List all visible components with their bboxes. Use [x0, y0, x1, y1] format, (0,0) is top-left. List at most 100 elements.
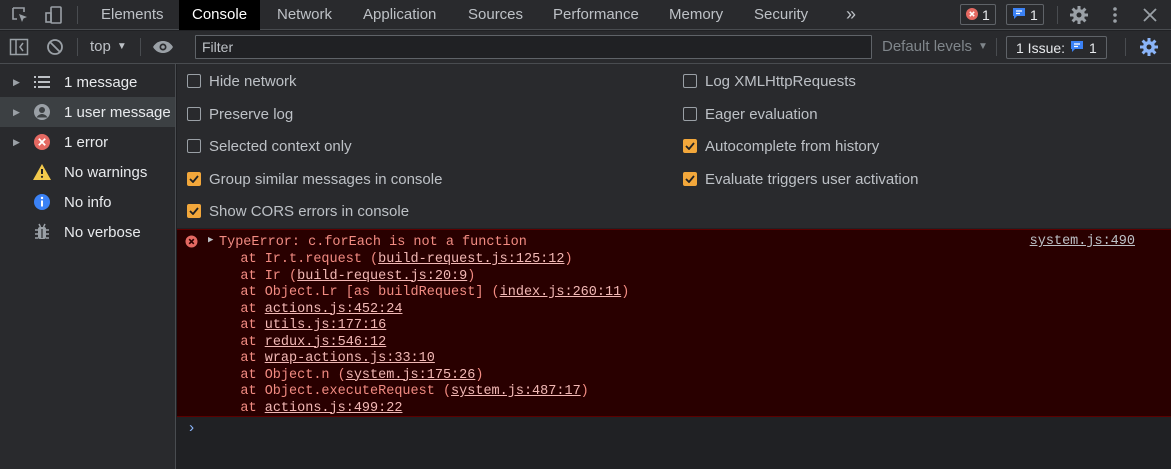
stack-frame-text: at [208, 334, 265, 350]
filter-input[interactable] [195, 35, 872, 59]
expand-arrow-icon[interactable]: ▶ [208, 235, 213, 245]
group-similar-option[interactable]: Group similar messages in console [187, 169, 442, 189]
checkbox[interactable] [187, 74, 201, 88]
stack-frame-link[interactable]: utils.js:177:16 [265, 318, 387, 333]
autocomplete-history-option[interactable]: Autocomplete from history [683, 136, 879, 156]
inspect-element-icon[interactable] [9, 4, 31, 26]
stack-frame-link[interactable]: wrap-actions.js:33:10 [265, 351, 435, 366]
kebab-menu-icon[interactable] [1104, 4, 1126, 26]
warning-icon [33, 163, 51, 181]
divider [996, 38, 997, 56]
stack-frame-text: ) [467, 268, 476, 284]
option-label: Show CORS errors in console [209, 202, 410, 220]
checkbox-checked[interactable] [683, 139, 697, 153]
tab-application[interactable]: Application [363, 0, 436, 30]
checkbox[interactable] [187, 139, 201, 153]
chevron-down-icon: ▼ [978, 41, 988, 52]
stack-frame-link[interactable]: build-request.js:20:9 [297, 269, 467, 284]
show-cors-errors-option[interactable]: Show CORS errors in console [187, 201, 409, 221]
option-label: Group similar messages in console [209, 170, 443, 188]
stack-frame-text: at [208, 301, 265, 317]
stack-frame-link[interactable]: redux.js:546:12 [265, 335, 387, 350]
log-xmlhttprequests-option[interactable]: Log XMLHttpRequests [683, 71, 856, 91]
stack-frame-text: at Object.executeRequest ( [208, 384, 452, 399]
console-sidebar: ▶ 1 message ▶ 1 user message ▶ 1 error N… [0, 64, 176, 469]
context-selector[interactable]: top ▼ [90, 38, 127, 56]
checkbox-checked[interactable] [187, 204, 201, 218]
issues-label: 1 Issue: [1016, 39, 1066, 56]
stack-frame: at Ir.t.request (build-request.js:125:12… [208, 251, 573, 268]
sidebar-item-label: 1 message [64, 73, 138, 91]
stack-frame-link[interactable]: system.js:175:26 [346, 368, 476, 383]
stack-frame-text: ) [621, 285, 630, 300]
more-tabs-button[interactable]: » [846, 0, 856, 30]
eye-icon[interactable] [152, 36, 174, 58]
expand-arrow-icon[interactable]: ▶ [13, 107, 20, 118]
error-icon [33, 133, 51, 151]
gear-icon[interactable] [1068, 4, 1090, 26]
console-settings-gear-icon[interactable] [1138, 36, 1160, 58]
stack-frame-text: at Object.n ( [208, 367, 346, 383]
stack-frame-link[interactable]: build-request.js:125:12 [378, 252, 564, 267]
sidebar-item-verbose[interactable]: No verbose [0, 217, 175, 247]
tab-console[interactable]: Console [179, 0, 261, 30]
stack-frame: at actions.js:452:24 [208, 301, 402, 318]
issues-button[interactable]: 1 Issue: 1 [1006, 36, 1107, 59]
selected-context-only-option[interactable]: Selected context only [187, 136, 352, 156]
devtools-tab-bar: Elements Console Network Application Sou… [0, 0, 1171, 30]
tab-memory[interactable]: Memory [669, 0, 723, 30]
checkbox[interactable] [683, 107, 697, 121]
checkbox-checked[interactable] [683, 172, 697, 186]
option-label: Hide network [209, 72, 297, 90]
stack-frame-text: ) [580, 384, 589, 399]
expand-arrow-icon[interactable]: ▶ [13, 77, 20, 88]
stack-frame: at Ir (build-request.js:20:9) [208, 268, 475, 285]
sidebar-item-errors[interactable]: ▶ 1 error [0, 127, 175, 157]
stack-frame-link[interactable]: actions.js:499:22 [265, 401, 403, 416]
preserve-log-option[interactable]: Preserve log [187, 104, 293, 124]
divider [1125, 38, 1126, 56]
console-prompt-icon[interactable]: › [187, 420, 196, 437]
tab-network[interactable]: Network [277, 0, 332, 30]
error-count: 1 [982, 6, 990, 23]
sidebar-item-label: No warnings [64, 163, 148, 181]
message-badge-icon [1012, 7, 1026, 23]
hide-network-option[interactable]: Hide network [187, 71, 297, 91]
option-label: Evaluate triggers user activation [705, 170, 919, 188]
expand-arrow-icon[interactable]: ▶ [13, 137, 20, 148]
sidebar-item-info[interactable]: No info [0, 187, 175, 217]
tab-performance[interactable]: Performance [553, 0, 639, 30]
evaluate-triggers-option[interactable]: Evaluate triggers user activation [683, 169, 918, 189]
option-label: Autocomplete from history [705, 137, 880, 155]
error-badge-icon [966, 7, 978, 23]
sidebar-item-user-messages[interactable]: ▶ 1 user message [0, 97, 175, 127]
sidebar-item-warnings[interactable]: No warnings [0, 157, 175, 187]
stack-frame-text: ) [475, 367, 484, 383]
console-toolbar: top ▼ Default levels ▼ 1 Issue: 1 [0, 31, 1171, 64]
tab-sources[interactable]: Sources [468, 0, 523, 30]
checkbox[interactable] [187, 107, 201, 121]
error-source-link[interactable]: system.js:490 [1030, 234, 1135, 249]
close-icon[interactable] [1139, 4, 1161, 26]
clear-console-icon[interactable] [44, 36, 66, 58]
tab-elements[interactable]: Elements [101, 0, 164, 30]
message-count-badge[interactable]: 1 [1006, 4, 1044, 25]
console-settings-panel: Hide network Preserve log Selected conte… [177, 64, 1171, 228]
context-value: top [90, 38, 111, 55]
log-levels-dropdown[interactable]: Default levels ▼ [882, 38, 988, 56]
stack-frame-link[interactable]: index.js:260:11 [500, 285, 622, 300]
checkbox[interactable] [683, 74, 697, 88]
device-toolbar-icon[interactable] [43, 4, 65, 26]
sidebar-item-messages[interactable]: ▶ 1 message [0, 67, 175, 97]
sidebar-toggle-icon[interactable] [8, 36, 30, 58]
tab-security[interactable]: Security [754, 0, 808, 30]
error-count-badge[interactable]: 1 [960, 4, 996, 25]
stack-frame-link[interactable]: system.js:487:17 [451, 384, 581, 399]
eager-evaluation-option[interactable]: Eager evaluation [683, 104, 818, 124]
info-icon [33, 193, 51, 211]
stack-frame-text: ) [564, 252, 573, 267]
divider [77, 38, 78, 56]
checkbox-checked[interactable] [187, 172, 201, 186]
stack-frame-link[interactable]: actions.js:452:24 [265, 302, 403, 317]
log-levels-label: Default levels [882, 38, 973, 55]
